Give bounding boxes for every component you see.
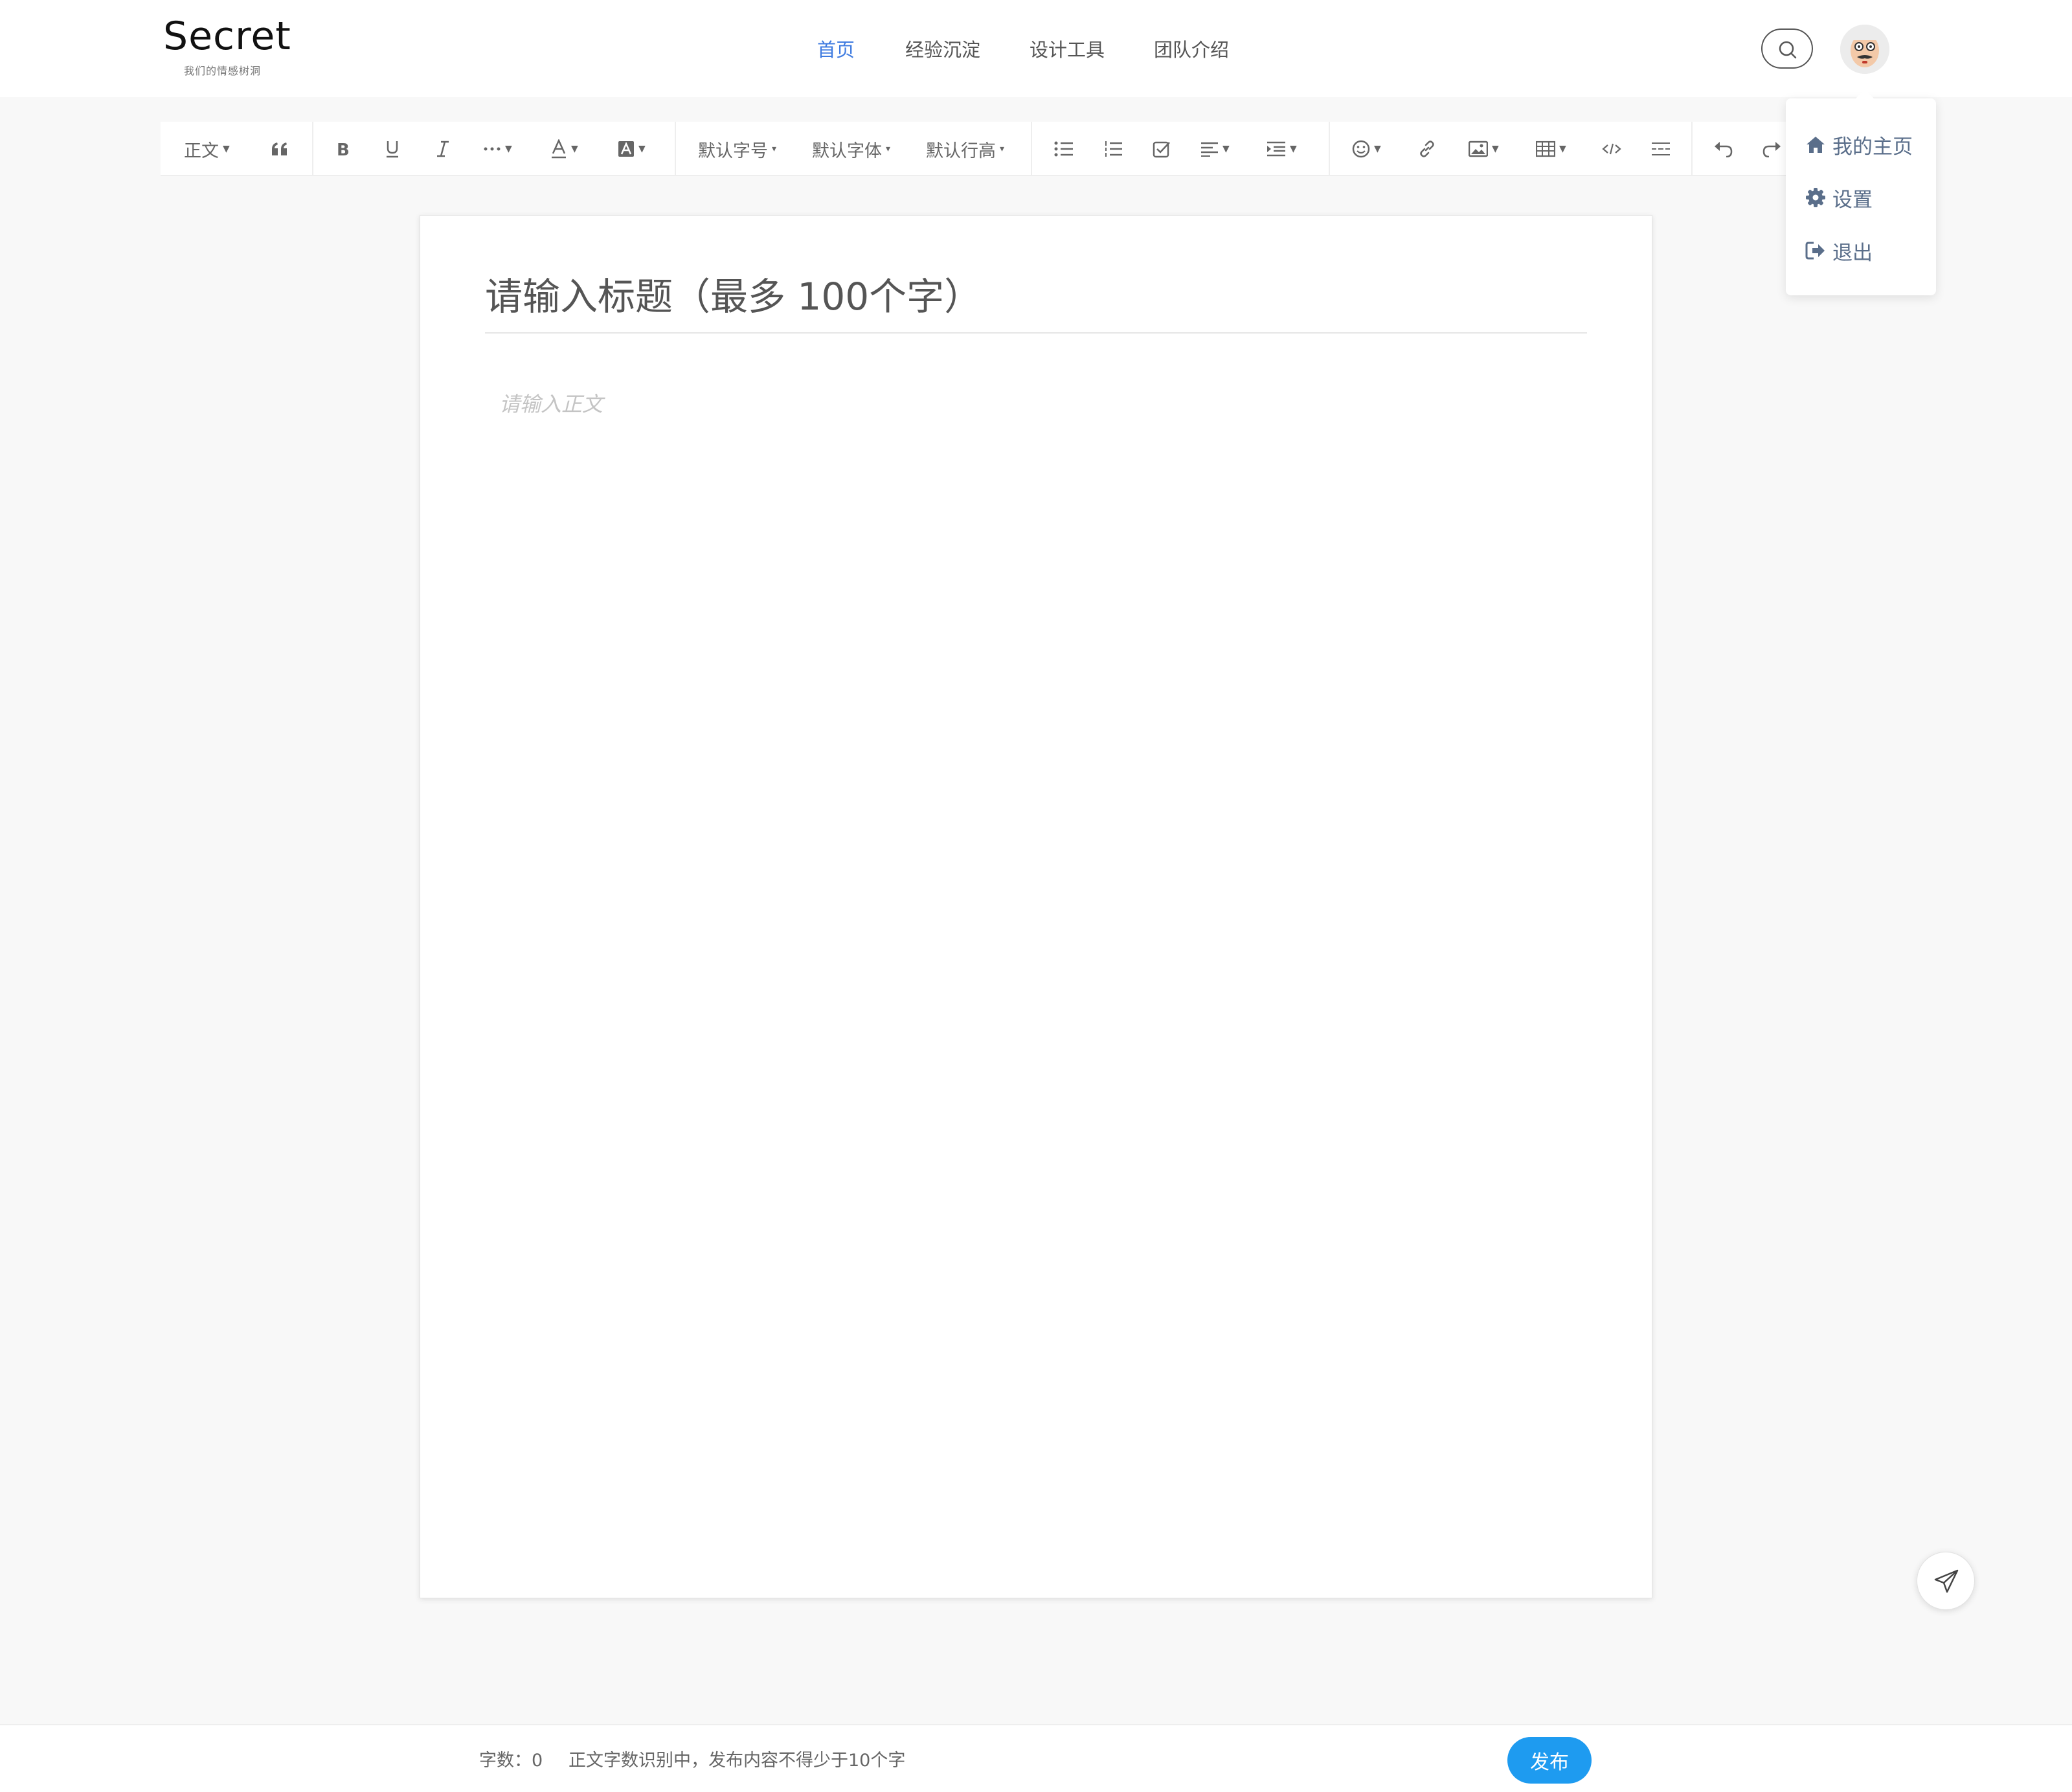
insert-image-dropdown[interactable]: ▼ [1469, 122, 1499, 176]
bold-icon: B [337, 141, 350, 158]
toolbar-divider [1031, 122, 1032, 176]
avatar[interactable] [1840, 25, 1889, 74]
line-height-label: 默认行高 [926, 141, 996, 161]
underline-button[interactable] [385, 122, 400, 176]
indent-dropdown[interactable]: ▼ [1267, 122, 1297, 176]
svg-text:B: B [337, 141, 350, 158]
font-size-dropdown[interactable]: 默认字号 ▾ [698, 122, 776, 176]
background-color-dropdown[interactable]: ▼ [618, 122, 646, 176]
quote-icon [272, 142, 287, 155]
paragraph-style-label: 正文 [184, 141, 219, 161]
image-icon [1469, 141, 1488, 157]
font-size-label: 默认字号 [698, 141, 768, 161]
insert-table-dropdown[interactable]: ▼ [1536, 122, 1566, 176]
font-family-label: 默认字体 [812, 141, 882, 161]
publish-button[interactable]: 发布 [1507, 1737, 1592, 1784]
top-header: Secret 我们的情感树洞 首页 经验沉淀 设计工具 团队介绍 [0, 0, 2072, 97]
body-editor-placeholder[interactable]: 请输入正文 [499, 388, 603, 418]
sign-out-icon [1805, 242, 1825, 260]
redo-icon [1762, 142, 1781, 157]
toolbar-divider [312, 122, 313, 176]
redo-button[interactable] [1762, 122, 1782, 176]
paper-plane-icon [1934, 1569, 1959, 1593]
code-icon [1602, 143, 1621, 155]
font-family-dropdown[interactable]: 默认字体 ▾ [812, 122, 890, 176]
align-left-icon [1201, 142, 1218, 157]
divider-line-button[interactable] [1651, 122, 1671, 176]
bulleted-list-button[interactable] [1054, 122, 1074, 176]
numbered-list-button[interactable] [1103, 122, 1123, 176]
horizontal-rule-icon [1652, 142, 1670, 155]
italic-button[interactable] [435, 122, 451, 176]
quote-button[interactable] [271, 122, 289, 176]
italic-icon [437, 141, 449, 157]
word-count-value: 0 [532, 1751, 543, 1771]
menu-item-settings[interactable]: 设置 [1805, 181, 1873, 214]
line-height-dropdown[interactable]: 默认行高 ▾ [926, 122, 1004, 176]
menu-item-label: 设置 [1832, 188, 1873, 212]
nav-item-team[interactable]: 团队介绍 [1154, 34, 1229, 66]
title-input[interactable] [485, 261, 1587, 334]
todo-list-button[interactable] [1153, 122, 1171, 176]
ellipsis-icon [484, 147, 501, 151]
bulleted-list-icon [1054, 141, 1073, 157]
menu-item-logout[interactable]: 退出 [1805, 234, 1873, 267]
font-color-icon [552, 139, 566, 159]
paragraph-style-dropdown[interactable]: 正文 ▼ [184, 122, 230, 176]
toolbar-divider [675, 122, 676, 176]
word-count-label: 字数： [479, 1751, 532, 1771]
brand-subtitle: 我们的情感树洞 [184, 65, 262, 77]
numbered-list-icon [1105, 141, 1122, 157]
brand-logo[interactable]: Secret 我们的情感树洞 [163, 12, 291, 77]
emoji-dropdown[interactable]: ▼ [1352, 122, 1381, 176]
indent-icon [1267, 141, 1285, 157]
table-icon [1536, 141, 1555, 157]
word-count: 字数：0 [479, 1746, 543, 1771]
font-color-dropdown[interactable]: ▼ [550, 122, 578, 176]
justify-dropdown[interactable]: ▼ [1200, 122, 1230, 176]
nav-item-home[interactable]: 首页 [817, 34, 855, 66]
toolbar-divider [1691, 122, 1693, 176]
bottom-bar: 字数：0 正文字数识别中，发布内容不得少于10个字 发布 [0, 1724, 2072, 1792]
link-icon [1420, 141, 1434, 157]
word-count-note: 正文字数识别中，发布内容不得少于10个字 [569, 1751, 906, 1771]
brand-title: Secret [163, 14, 291, 59]
home-icon [1807, 137, 1825, 153]
checkbox-icon [1153, 141, 1170, 158]
search-icon [1779, 41, 1797, 59]
editor-toolbar: 正文 ▼ B ▼ ▼ ▼ 默认字号 ▾ 默认字体 ▾ 默认行高 ▾ ▼ ▼ ▼ … [161, 122, 1805, 176]
gear-icon [1806, 188, 1825, 207]
underline-icon [387, 141, 398, 158]
search-button[interactable] [1761, 28, 1813, 69]
smiley-icon [1352, 140, 1370, 158]
undo-icon [1715, 142, 1733, 157]
insert-code-button[interactable] [1602, 122, 1621, 176]
insert-link-button[interactable] [1418, 122, 1436, 176]
nav-item-experience[interactable]: 经验沉淀 [905, 34, 980, 66]
toolbar-divider [1329, 122, 1330, 176]
user-dropdown-menu: 我的主页 设置 退出 [1786, 89, 1936, 295]
menu-item-label: 退出 [1832, 241, 1873, 265]
more-styles-dropdown[interactable]: ▼ [483, 122, 512, 176]
menu-item-label: 我的主页 [1832, 135, 1913, 159]
send-float-button[interactable] [1917, 1552, 1975, 1610]
undo-button[interactable] [1713, 122, 1733, 176]
menu-item-my-home[interactable]: 我的主页 [1805, 128, 1913, 161]
nav-item-design-tools[interactable]: 设计工具 [1030, 34, 1105, 66]
editor-paper: 请输入正文 [420, 215, 1652, 1598]
avatar-face-icon [1840, 25, 1889, 74]
background-color-icon [618, 141, 634, 157]
bold-button[interactable]: B [335, 122, 351, 176]
